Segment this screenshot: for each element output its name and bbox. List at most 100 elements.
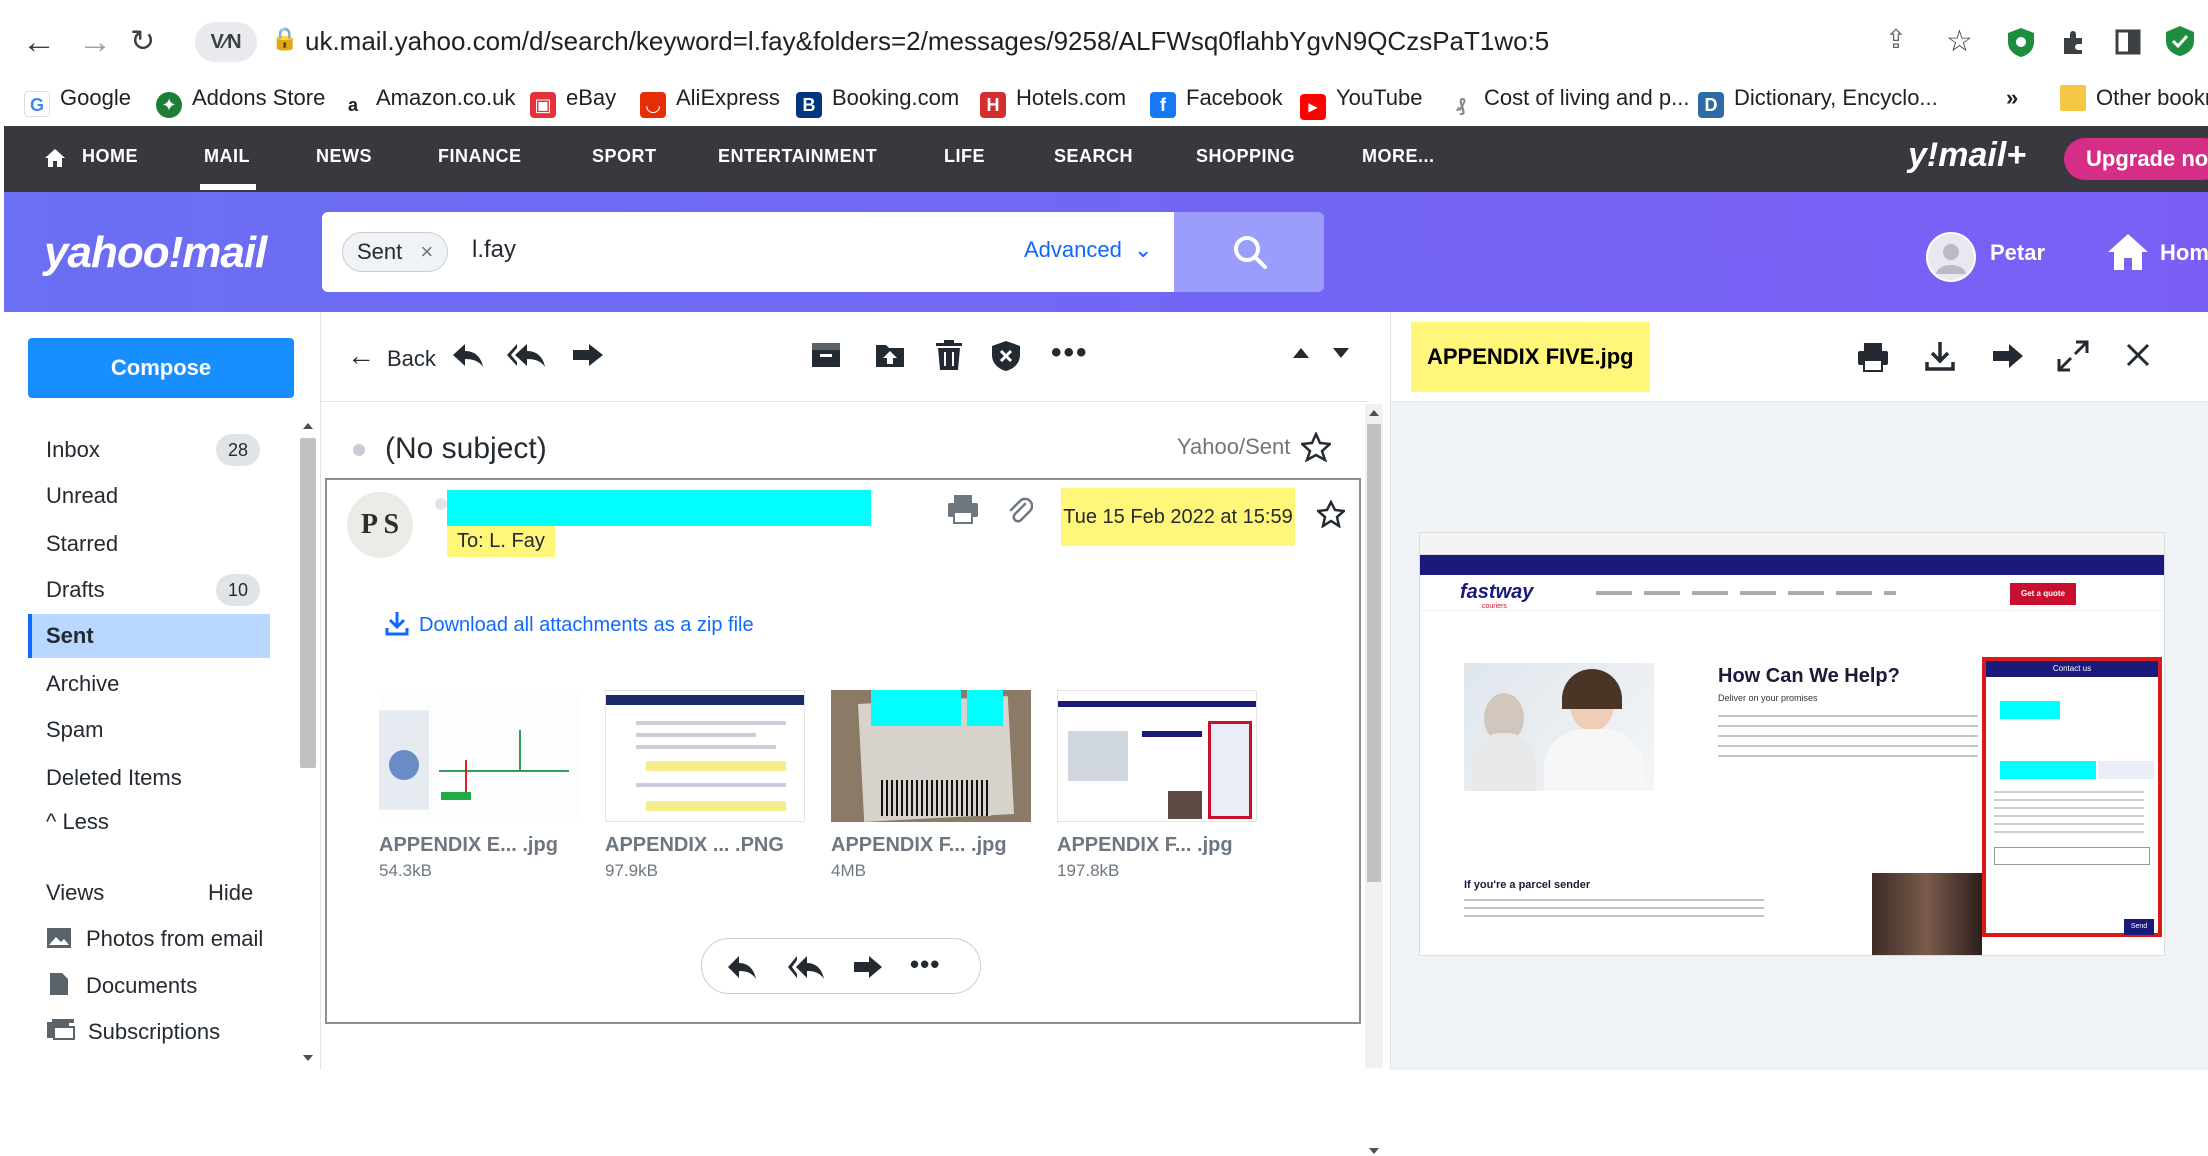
- preview-forward-icon[interactable]: [1991, 342, 2025, 370]
- shield-extension-icon[interactable]: [2006, 26, 2036, 58]
- nav-search[interactable]: SEARCH: [1054, 146, 1133, 167]
- nav-life[interactable]: LIFE: [944, 146, 985, 167]
- bookmark-ebay[interactable]: ▣ eBay: [530, 78, 616, 118]
- more-options-icon[interactable]: •••: [1051, 336, 1089, 370]
- chip-close-icon[interactable]: ×: [420, 239, 433, 264]
- nav-finance[interactable]: FINANCE: [438, 146, 522, 167]
- yahoo-mail-logo[interactable]: yahoo!mail: [44, 228, 267, 278]
- home-icon[interactable]: [2106, 232, 2150, 272]
- view-subscriptions[interactable]: Subscriptions: [46, 1018, 220, 1045]
- less-toggle[interactable]: ^ Less: [28, 800, 270, 844]
- print-icon[interactable]: [947, 494, 979, 524]
- attachment-1[interactable]: APPENDIX E... .jpg 54.3kB: [379, 690, 579, 881]
- download-all-attachments-link[interactable]: Download all attachments as a zip file: [385, 610, 754, 637]
- bookmark-star-icon[interactable]: ☆: [1946, 22, 1973, 62]
- security-check-icon[interactable]: [2164, 24, 2196, 58]
- nav-news[interactable]: NEWS: [316, 146, 372, 167]
- bookmark-dictionary[interactable]: D Dictionary, Encyclo...: [1698, 78, 1938, 118]
- bookmark-booking[interactable]: B Booking.com: [796, 78, 959, 118]
- previous-message-icon[interactable]: [1291, 346, 1311, 360]
- upgrade-button[interactable]: Upgrade now: [2064, 138, 2208, 180]
- share-icon[interactable]: ⇪: [1885, 24, 1907, 55]
- forward-arrow-icon[interactable]: →: [78, 22, 112, 62]
- scroll-up-icon[interactable]: [1368, 408, 1380, 418]
- move-icon[interactable]: [875, 340, 905, 368]
- vpn-icon[interactable]: V⁄N: [195, 22, 257, 62]
- reply-icon[interactable]: [451, 340, 485, 370]
- scroll-down-icon[interactable]: [1368, 1146, 1380, 1156]
- hide-views-button[interactable]: Hide: [208, 880, 253, 906]
- sender-avatar[interactable]: P S: [347, 492, 413, 558]
- quick-more-icon[interactable]: •••: [910, 949, 940, 980]
- search-button[interactable]: [1174, 212, 1324, 292]
- message-scrollbar[interactable]: [1365, 404, 1383, 1154]
- view-photos[interactable]: Photos from email: [46, 926, 263, 952]
- bookmark-aliexpress[interactable]: ◡ AliExpress: [640, 78, 780, 118]
- bookmark-youtube[interactable]: ▶ YouTube: [1300, 78, 1422, 120]
- next-message-icon[interactable]: [1331, 346, 1351, 360]
- user-avatar[interactable]: [1926, 232, 1976, 282]
- folder-spam[interactable]: Spam: [28, 708, 270, 752]
- search-filter-chip[interactable]: Sent ×: [342, 232, 449, 272]
- attachment-4[interactable]: APPENDIX F... .jpg 197.8kB: [1057, 690, 1257, 881]
- star-icon[interactable]: [1301, 432, 1331, 462]
- back-button[interactable]: ← Back: [347, 336, 467, 380]
- attachment-thumbnail[interactable]: [1057, 690, 1257, 822]
- read-status-dot[interactable]: [353, 444, 365, 456]
- bookmark-facebook[interactable]: f Facebook: [1150, 78, 1283, 118]
- bookmark-google[interactable]: G Google: [24, 78, 131, 118]
- nav-home[interactable]: HOME: [82, 146, 138, 167]
- extensions-puzzle-icon[interactable]: [2060, 28, 2088, 56]
- folder-deleted-items[interactable]: Deleted Items: [28, 756, 270, 800]
- close-icon[interactable]: [2125, 342, 2151, 368]
- reload-icon[interactable]: ↻: [130, 22, 155, 62]
- attachment-3[interactable]: APPENDIX F... .jpg 4MB: [831, 690, 1031, 881]
- delete-icon[interactable]: [935, 340, 963, 370]
- compose-button[interactable]: Compose: [28, 338, 294, 398]
- forward-icon[interactable]: [571, 340, 605, 370]
- folder-archive[interactable]: Archive: [28, 662, 270, 706]
- folder-unread[interactable]: Unread: [28, 474, 270, 518]
- message-folder[interactable]: Yahoo/Sent: [1177, 434, 1290, 460]
- folder-inbox[interactable]: Inbox 28: [28, 428, 270, 472]
- spam-shield-icon[interactable]: [991, 340, 1021, 372]
- attachment-paperclip-icon[interactable]: [1007, 496, 1033, 524]
- nav-mail[interactable]: MAIL: [204, 146, 250, 167]
- preview-print-icon[interactable]: [1857, 342, 1889, 372]
- quick-forward-icon[interactable]: [852, 953, 884, 981]
- nav-more[interactable]: MORE...: [1362, 146, 1435, 167]
- more-bookmarks-button[interactable]: »: [2006, 78, 2018, 118]
- nav-sport[interactable]: SPORT: [592, 146, 657, 167]
- bookmark-addons-store[interactable]: ✦ Addons Store: [156, 78, 325, 118]
- search-bar[interactable]: Sent × l.fay Advanced ⌄: [322, 212, 1174, 292]
- scroll-down-icon[interactable]: [300, 1052, 316, 1064]
- view-documents[interactable]: Documents: [46, 972, 197, 999]
- recipient-line[interactable]: To: L. Fay: [447, 526, 555, 557]
- preview-download-icon[interactable]: [1925, 340, 1955, 372]
- quick-reply-all-icon[interactable]: [788, 953, 826, 981]
- fullscreen-icon[interactable]: [2057, 340, 2089, 372]
- scroll-up-icon[interactable]: [300, 420, 316, 432]
- attachment-thumbnail[interactable]: [379, 690, 579, 822]
- bookmark-amazon[interactable]: a Amazon.co.uk: [340, 78, 515, 118]
- side-panel-icon[interactable]: [2114, 28, 2142, 56]
- bookmark-cost-of-living[interactable]: ₰ Cost of living and p...: [1448, 78, 1689, 118]
- folder-drafts[interactable]: Drafts 10: [28, 568, 270, 612]
- folder-starred[interactable]: Starred: [28, 522, 270, 566]
- quick-reply-icon[interactable]: [726, 953, 758, 981]
- attachment-thumbnail[interactable]: [831, 690, 1031, 822]
- nav-shopping[interactable]: SHOPPING: [1196, 146, 1295, 167]
- other-bookmarks-folder[interactable]: Other bookm: [2060, 78, 2208, 118]
- bookmark-hotels[interactable]: H Hotels.com: [980, 78, 1126, 118]
- address-bar[interactable]: V⁄N 🔒 uk.mail.yahoo.com/d/search/keyword…: [185, 18, 1935, 66]
- archive-icon[interactable]: [811, 340, 841, 368]
- scrollbar-thumb[interactable]: [1367, 424, 1381, 882]
- reply-all-icon[interactable]: [507, 340, 547, 370]
- advanced-search-button[interactable]: Advanced ⌄: [1024, 237, 1152, 263]
- attachment-preview-image[interactable]: fastway couriers Get a quote How Can We …: [1419, 532, 2165, 956]
- attachment-2[interactable]: APPENDIX ... .PNG 97.9kB: [605, 690, 805, 881]
- lock-icon[interactable]: 🔒: [271, 26, 298, 52]
- folder-sent[interactable]: Sent: [28, 614, 270, 658]
- search-input[interactable]: l.fay: [472, 236, 516, 264]
- message-star-icon[interactable]: [1317, 500, 1345, 528]
